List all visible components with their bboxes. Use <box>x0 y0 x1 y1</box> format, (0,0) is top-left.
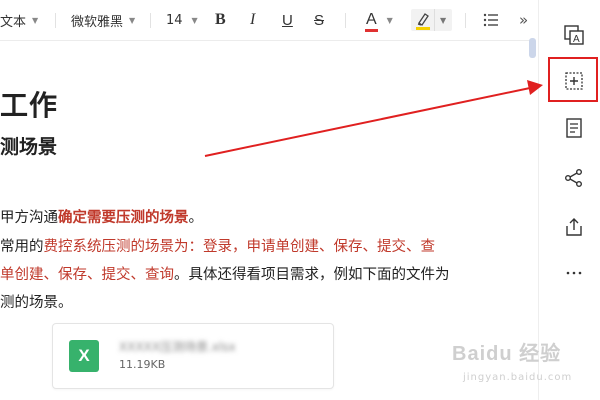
highlighter-icon <box>417 13 429 26</box>
outline-icon[interactable] <box>563 117 585 139</box>
paragraph-line-4: 测的场景。 <box>0 295 73 311</box>
toolbar-divider <box>465 13 466 28</box>
caret-down-icon: ▼ <box>129 15 136 25</box>
paragraph-line-3: 单创建、保存、提交、查询。具体还得看项目需求，例如下面的文件为 <box>0 263 450 284</box>
watermark-url: jingyan.baidu.com <box>463 372 573 383</box>
bold-red-text: 确定需要压测的场景 <box>58 210 189 226</box>
paragraph-line-2: 常用的费控系统压测的场景为：登录，申请单创建、保存、提交、查 <box>0 235 435 256</box>
attachment-card[interactable]: X XXXXX压测场景.xlsx 11.19KB <box>52 323 334 389</box>
strikethrough-icon: S <box>314 11 325 29</box>
svg-text:A: A <box>573 34 580 45</box>
caret-down-icon[interactable]: ▼ <box>440 16 446 25</box>
italic-icon: I <box>250 11 256 28</box>
heading-2: 测场景 <box>0 136 58 158</box>
text-run: 。具体还得看项目需求，例如下面的文件为 <box>174 267 450 283</box>
font-family-label: 微软雅黑 <box>71 14 124 30</box>
strikethrough-button[interactable]: S <box>314 0 324 40</box>
highlight-split-divider <box>434 9 435 31</box>
font-color-button[interactable]: A ▼ <box>365 0 393 40</box>
more-icon: » <box>519 11 529 29</box>
attachment-size: 11.19KB <box>119 358 166 371</box>
more-dots-icon[interactable] <box>563 262 585 284</box>
text-run: 甲方沟通 <box>0 210 58 226</box>
font-size-select[interactable]: 14 ▼ <box>166 0 198 40</box>
highlight-color-swatch <box>416 27 430 30</box>
bold-button[interactable]: B <box>215 0 226 40</box>
paragraph-line-1: 甲方沟通确定需要压测的场景。 <box>0 206 203 227</box>
export-icon[interactable] <box>563 216 585 238</box>
toolbar-more-button[interactable]: » <box>519 0 528 40</box>
annotation-highlight-box <box>548 57 598 102</box>
caret-down-icon: ▼ <box>32 15 39 25</box>
font-color-icon: A <box>365 11 378 32</box>
red-text: 单创建、保存、提交、查询 <box>0 267 174 283</box>
editor-toolbar: 文本 ▼ 微软雅黑 ▼ 14 ▼ B I U S A ▼ ▼ » <box>0 0 532 41</box>
attachment-name: XXXXX压测场景.xlsx <box>119 340 236 354</box>
scrollbar-thumb[interactable] <box>529 38 536 58</box>
text-run: 常用的 <box>0 239 44 255</box>
caret-down-icon: ▼ <box>191 15 198 25</box>
excel-file-icon: X <box>69 340 99 372</box>
toolbar-divider <box>55 13 56 28</box>
toolbar-divider <box>150 13 151 28</box>
caret-down-icon: ▼ <box>386 15 393 25</box>
underline-button[interactable]: U <box>282 0 293 40</box>
toolbar-divider <box>345 13 346 28</box>
underline-icon: U <box>282 11 293 29</box>
paragraph-style-select[interactable]: 文本 ▼ <box>0 0 38 40</box>
format-panel-icon[interactable]: A <box>563 24 585 46</box>
italic-button[interactable]: I <box>250 0 255 40</box>
list-icon[interactable] <box>483 13 499 27</box>
red-text: 费控系统压测的场景为：登录，申请单创建、保存、提交、查 <box>43 239 436 255</box>
heading-1: 工作 <box>0 89 59 122</box>
paragraph-style-label: 文本 <box>0 14 27 30</box>
share-icon[interactable] <box>563 167 585 189</box>
font-family-select[interactable]: 微软雅黑 ▼ <box>71 0 135 40</box>
text-run: 。 <box>188 210 204 226</box>
bold-icon: B <box>215 11 226 28</box>
watermark-logo: Baidu 经验 <box>452 343 562 365</box>
font-size-label: 14 <box>166 12 183 28</box>
